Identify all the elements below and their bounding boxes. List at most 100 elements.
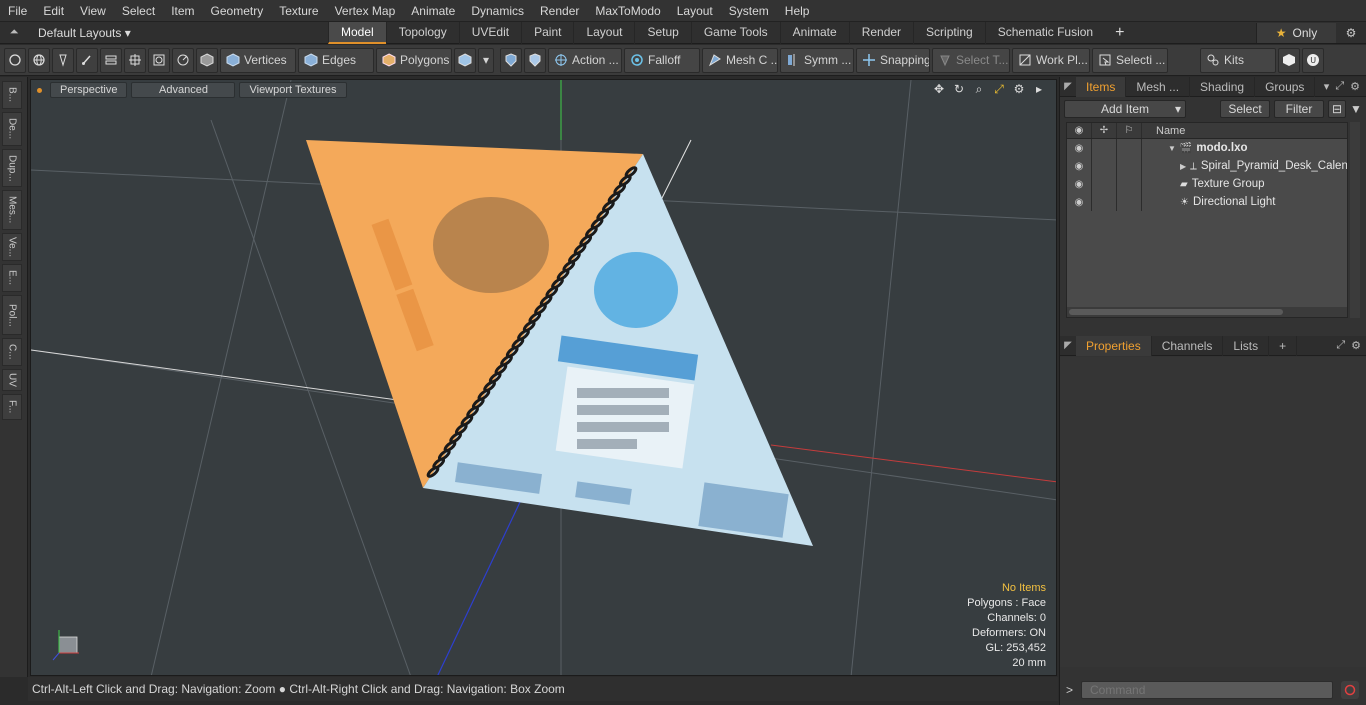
maximize-view-icon[interactable]: ⤢ — [992, 82, 1006, 96]
panel-gear-icon[interactable]: ⚙ — [1350, 80, 1360, 93]
collapse-icon[interactable]: ⊟ — [1328, 100, 1346, 118]
left-strip-tab-1[interactable]: De... — [2, 112, 22, 146]
viewport-arrow-icon[interactable]: ▸ — [1032, 82, 1046, 96]
globe-icon[interactable] — [28, 47, 50, 73]
menu-vertex-map[interactable]: Vertex Map — [327, 0, 404, 22]
render-icon[interactable]: ⚐ — [1117, 123, 1142, 138]
tab-uvedit[interactable]: UVEdit — [458, 21, 521, 44]
left-strip-tab-9[interactable]: F... — [2, 394, 22, 420]
menu-texture[interactable]: Texture — [271, 0, 326, 22]
circle-select-icon[interactable] — [4, 47, 26, 73]
menu-animate[interactable]: Animate — [403, 0, 463, 22]
tab-setup[interactable]: Setup — [634, 21, 690, 44]
tab-animate[interactable]: Animate — [779, 21, 849, 44]
expand-arrow-icon[interactable]: ▶ — [1180, 162, 1186, 171]
3d-viewport[interactable]: Perspective Advanced Viewport Textures ✥… — [30, 79, 1057, 676]
viewport-gear-icon[interactable]: ⚙ — [1012, 82, 1026, 96]
add-layout-tab-button[interactable]: + — [1105, 24, 1134, 42]
tab-shading[interactable]: Shading — [1190, 76, 1256, 97]
menu-maxtomodo[interactable]: MaxToModo — [587, 0, 668, 22]
visibility-eye-icon[interactable]: ◉ — [1067, 123, 1092, 138]
left-strip-tab-0[interactable]: B... — [2, 81, 22, 109]
unreal-icon[interactable]: U — [1302, 47, 1324, 73]
collapse-arrow-icon[interactable]: ▼ — [1168, 144, 1176, 153]
visibility-eye-icon[interactable]: ◉ — [1067, 175, 1092, 193]
chevron-down-icon[interactable]: ▾ — [1324, 80, 1330, 93]
left-strip-tab-8[interactable]: UV — [2, 369, 22, 391]
tab-mesh[interactable]: Mesh ... — [1126, 76, 1191, 97]
box-select-icon[interactable] — [148, 47, 170, 73]
left-strip-tab-3[interactable]: Mes... — [2, 190, 22, 230]
zoom-view-icon[interactable]: ⌕ — [972, 82, 986, 96]
tab-layout[interactable]: Layout — [573, 21, 634, 44]
lock-icon[interactable]: ✢ — [1092, 123, 1117, 138]
falloff-button[interactable]: Falloff — [624, 47, 700, 73]
menu-dynamics[interactable]: Dynamics — [463, 0, 532, 22]
tab-lists[interactable]: Lists — [1223, 335, 1270, 356]
menu-layout[interactable]: Layout — [669, 0, 721, 22]
filter-funnel-icon[interactable]: ▼ — [1350, 102, 1362, 116]
perspective-tab[interactable]: Perspective — [50, 82, 128, 98]
left-strip-tab-5[interactable]: E... — [2, 264, 22, 292]
visibility-eye-icon[interactable]: ◉ — [1067, 157, 1092, 175]
snapping-button[interactable]: Snapping — [856, 47, 930, 73]
tree-row[interactable]: ◉ ▼ 🎬 modo.lxo — [1067, 139, 1347, 157]
tab-properties[interactable]: Properties — [1076, 335, 1152, 356]
tab-topology[interactable]: Topology — [385, 21, 459, 44]
rotate-view-icon[interactable]: ↻ — [952, 82, 966, 96]
brush-icon[interactable] — [76, 47, 98, 73]
symmetry-button[interactable]: Symm ... — [780, 47, 854, 73]
move-view-icon[interactable]: ✥ — [932, 82, 946, 96]
menu-file[interactable]: File — [0, 0, 35, 22]
menu-view[interactable]: View — [72, 0, 114, 22]
work-plane-button[interactable]: Work Pl... — [1012, 47, 1090, 73]
left-strip-tab-6[interactable]: Pol... — [2, 295, 22, 335]
visibility-eye-icon[interactable]: ◉ — [1067, 139, 1092, 157]
only-toggle[interactable]: ★ Only — [1256, 23, 1336, 43]
tree-row[interactable]: ◉▶⟂Spiral_Pyramid_Desk_Calend ... — [1067, 157, 1347, 175]
visibility-eye-icon[interactable]: ◉ — [1067, 193, 1092, 211]
tab-game-tools[interactable]: Game Tools — [690, 21, 780, 44]
edges-button[interactable]: Edges — [298, 47, 374, 73]
tab-paint[interactable]: Paint — [521, 21, 573, 44]
tab-channels[interactable]: Channels — [1152, 335, 1224, 356]
vertical-scrollbar[interactable] — [1350, 122, 1360, 318]
pen-icon[interactable] — [52, 47, 74, 73]
tab-groups[interactable]: Groups — [1255, 76, 1316, 97]
gear-icon[interactable]: ⚙ — [1336, 26, 1366, 40]
chevron-down-icon[interactable]: ▾ — [478, 47, 494, 73]
horizontal-scrollbar[interactable] — [1067, 307, 1347, 317]
layout-home-icon[interactable]: ⏶ — [0, 26, 28, 39]
menu-item[interactable]: Item — [163, 0, 202, 22]
filter-button[interactable]: Filter — [1274, 100, 1324, 118]
tree-row[interactable]: ◉ ☀ Directional Light — [1067, 193, 1347, 211]
panel-pin-icon[interactable]: ◤ — [1060, 81, 1076, 92]
default-layouts-dropdown[interactable]: Default Layouts ▾ — [28, 26, 328, 40]
item-mode-icon[interactable] — [196, 47, 218, 73]
unity-icon[interactable] — [1278, 47, 1300, 73]
expand-panel-icon[interactable]: ⤢ — [1335, 80, 1344, 93]
vertices-button[interactable]: Vertices — [220, 47, 296, 73]
tab-model[interactable]: Model — [328, 21, 386, 44]
tab-schematic-fusion[interactable]: Schematic Fusion — [984, 21, 1105, 44]
advanced-tab[interactable]: Advanced — [131, 82, 236, 98]
shield-icon[interactable] — [524, 47, 546, 73]
select-through-button[interactable]: Select T... — [932, 47, 1010, 73]
record-icon[interactable] — [1341, 681, 1360, 699]
expand-panel-icon[interactable]: ⤢ — [1336, 339, 1345, 352]
panel-gear-icon[interactable]: ⚙ — [1351, 339, 1361, 352]
selection-sets-button[interactable]: Selecti ... — [1092, 47, 1168, 73]
lasso-icon[interactable] — [172, 47, 194, 73]
polygons-button[interactable]: Polygons — [376, 47, 452, 73]
menu-render[interactable]: Render — [532, 0, 587, 22]
layers-icon[interactable] — [100, 47, 122, 73]
tab-items[interactable]: Items — [1076, 76, 1127, 97]
panel-pin-icon[interactable]: ◤ — [1060, 340, 1076, 351]
add-item-button[interactable]: Add Item ▾ — [1064, 100, 1186, 118]
menu-geometry[interactable]: Geometry — [203, 0, 272, 22]
viewport-textures-tab[interactable]: Viewport Textures — [239, 82, 347, 98]
add-tab-button[interactable]: + — [1269, 335, 1298, 356]
kits-button[interactable]: Kits — [1200, 47, 1276, 73]
tab-scripting[interactable]: Scripting — [913, 21, 985, 44]
command-input[interactable] — [1081, 681, 1334, 699]
